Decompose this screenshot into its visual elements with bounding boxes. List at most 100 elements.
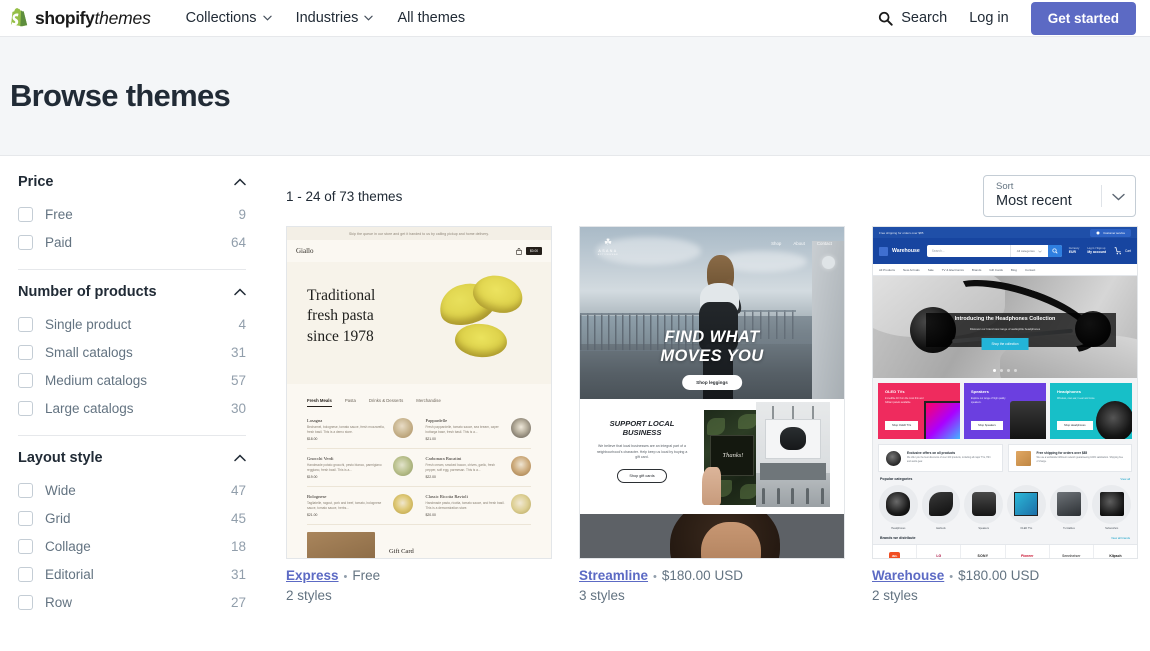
dish-image <box>392 418 413 438</box>
gift-card-image <box>307 531 375 558</box>
warehouse-subnav-item: New Arrivals <box>903 267 920 272</box>
express-tab-drinks-desserts: Drinks & Desserts <box>368 398 404 403</box>
login-link[interactable]: Log in <box>969 10 1009 26</box>
support-heading-line2: BUSINESS <box>622 428 662 438</box>
express-menu-row: Gnocchi Verdi Handmade potato gnocchi, p… <box>307 449 531 487</box>
checkbox[interactable] <box>18 316 33 332</box>
checkbox[interactable] <box>18 510 33 526</box>
filter-option-label: Paid <box>45 234 73 250</box>
leaf-shape <box>737 413 758 429</box>
get-started-button[interactable]: Get started <box>1030 1 1136 35</box>
checkbox[interactable] <box>18 400 33 416</box>
filter-option-wide[interactable]: Wide 47 <box>18 476 246 504</box>
checkbox[interactable] <box>18 566 33 582</box>
chevron-down-icon <box>1112 193 1125 201</box>
billboard-shape <box>764 418 822 459</box>
nav-label: Industries <box>295 10 359 26</box>
filter-option-small-catalogs[interactable]: Small catalogs 31 <box>18 338 246 366</box>
filter-option-label: Free <box>45 206 73 222</box>
warehouse-subnav-item: All Products <box>879 267 896 272</box>
express-tab-pasta: Pasta <box>344 398 356 403</box>
warehouse-preview-canvas: Free shipping for orders over $85 Custom… <box>873 227 1137 558</box>
checkbox[interactable] <box>18 206 33 222</box>
express-store-nav: Giallo $0.00 <box>287 240 551 262</box>
shopify-themes-logo[interactable]: shopifythemes <box>10 8 151 29</box>
theme-name-link[interactable]: Express <box>286 568 339 583</box>
theme-name-link[interactable]: Warehouse <box>872 568 944 583</box>
brand-label: JBL <box>888 551 901 558</box>
express-item-desc: Tagliatelle, ragout, pork and beef, toma… <box>307 500 382 510</box>
theme-preview-express[interactable]: Skip the queue in our store and get it h… <box>286 226 552 559</box>
express-item-name: Bolognese <box>307 493 327 499</box>
chevron-down-icon <box>1038 250 1042 253</box>
nav-item-collections[interactable]: Collections <box>186 10 272 26</box>
brand-wordmark: shopifythemes <box>35 7 151 28</box>
filter-option-count: 45 <box>230 510 246 526</box>
search-icon <box>879 11 893 26</box>
filter-option-label: Small catalogs <box>45 344 133 360</box>
filter-group-layout-style-toggle[interactable]: Layout style <box>18 450 246 476</box>
category-disc <box>1049 485 1089 524</box>
warehouse-account-title: My account <box>1087 250 1106 255</box>
brands-title: Brands we distribute <box>880 535 916 540</box>
filter-group-title: Number of products <box>18 284 157 300</box>
chevron-down-icon <box>262 15 272 21</box>
warehouse-currency: Currency EUR <box>1069 247 1080 255</box>
filter-group-price-toggle[interactable]: Price <box>18 174 246 200</box>
filters-sidebar: Price Free 9 Paid 64 Number of products <box>0 156 270 650</box>
results-count: 1 - 24 of 73 themes <box>286 188 403 204</box>
checkbox[interactable] <box>18 594 33 610</box>
filter-option-grid[interactable]: Grid 45 <box>18 504 246 532</box>
brands-view-all-link: View all brands <box>1111 535 1130 540</box>
filter-option-paid[interactable]: Paid 64 <box>18 228 246 256</box>
sort-value: Most recent <box>996 193 1072 210</box>
poles-shape <box>763 406 822 420</box>
chevron-down-icon <box>364 15 374 21</box>
filter-option-count: 57 <box>230 372 246 388</box>
search-button[interactable]: Search <box>878 10 947 26</box>
checkbox[interactable] <box>18 538 33 554</box>
filter-option-label: Row <box>45 594 73 610</box>
express-item-price: $19.00 <box>307 474 318 479</box>
speaker-icon <box>886 450 901 466</box>
checkbox[interactable] <box>18 482 33 498</box>
chalkboard-photo: Thanks! <box>701 410 762 505</box>
warehouse-hero: Introducing the Headphones Collection Di… <box>873 276 1137 378</box>
theme-card-express: Skip the queue in our store and get it h… <box>286 226 552 603</box>
streamline-store-nav: Shop About Contact <box>771 241 832 246</box>
warehouse-currency-sub: Currency <box>1068 246 1080 250</box>
sort-select[interactable]: Sort Most recent <box>983 175 1136 217</box>
filter-option-collage[interactable]: Collage 18 <box>18 532 246 560</box>
chevron-up-icon <box>234 178 246 186</box>
theme-style-count: 2 styles <box>286 588 332 603</box>
warehouse-store-header: Warehouse Search... All categories Curre… <box>873 238 1137 264</box>
filter-option-free[interactable]: Free 9 <box>18 200 246 228</box>
warehouse-cart-label: Cart <box>1124 248 1131 253</box>
shopping-bag-icon <box>516 247 522 255</box>
filter-group-number-of-products-toggle[interactable]: Number of products <box>18 284 246 310</box>
filter-option-row[interactable]: Row 27 <box>18 588 246 616</box>
theme-preview-warehouse[interactable]: Free shipping for orders over $85 Custom… <box>872 226 1138 559</box>
warehouse-categories-header: Popular categories View all <box>873 477 1137 485</box>
express-menu-item: Carbonara Bucatini Fresh cream, smoked b… <box>426 455 531 479</box>
express-item-desc: Handmade potato gnocchi, pesto bianco, p… <box>307 462 382 472</box>
checkbox[interactable] <box>18 344 33 360</box>
filter-option-single-product[interactable]: Single product 4 <box>18 310 246 338</box>
filter-option-editorial[interactable]: Editorial 31 <box>18 560 246 588</box>
streamline-nav-contact: Contact <box>816 241 832 246</box>
filter-option-large-catalogs[interactable]: Large catalogs 30 <box>18 394 246 422</box>
nav-item-all-themes[interactable]: All themes <box>397 10 465 26</box>
promo-title: OLED TVs <box>885 389 905 394</box>
express-item-desc: Handmade pasta, ricotta, tomato sauce, a… <box>425 500 505 510</box>
filter-option-medium-catalogs[interactable]: Medium catalogs 57 <box>18 366 246 394</box>
theme-name-link[interactable]: Streamline <box>579 568 648 583</box>
shopfront-shape <box>760 462 826 480</box>
streamline-hero-cta: Shop leggings <box>682 375 742 390</box>
checkbox[interactable] <box>18 372 33 388</box>
theme-preview-streamline[interactable]: ☘ ASANA ACTIVEWEAR Shop About Contact FI… <box>579 226 845 559</box>
filter-option-label: Medium catalogs <box>45 372 148 388</box>
checkbox[interactable] <box>18 234 33 250</box>
header-actions: Search Log in Get started <box>878 1 1136 35</box>
warehouse-category-label: All categories <box>1016 249 1035 253</box>
nav-item-industries[interactable]: Industries <box>296 10 374 26</box>
